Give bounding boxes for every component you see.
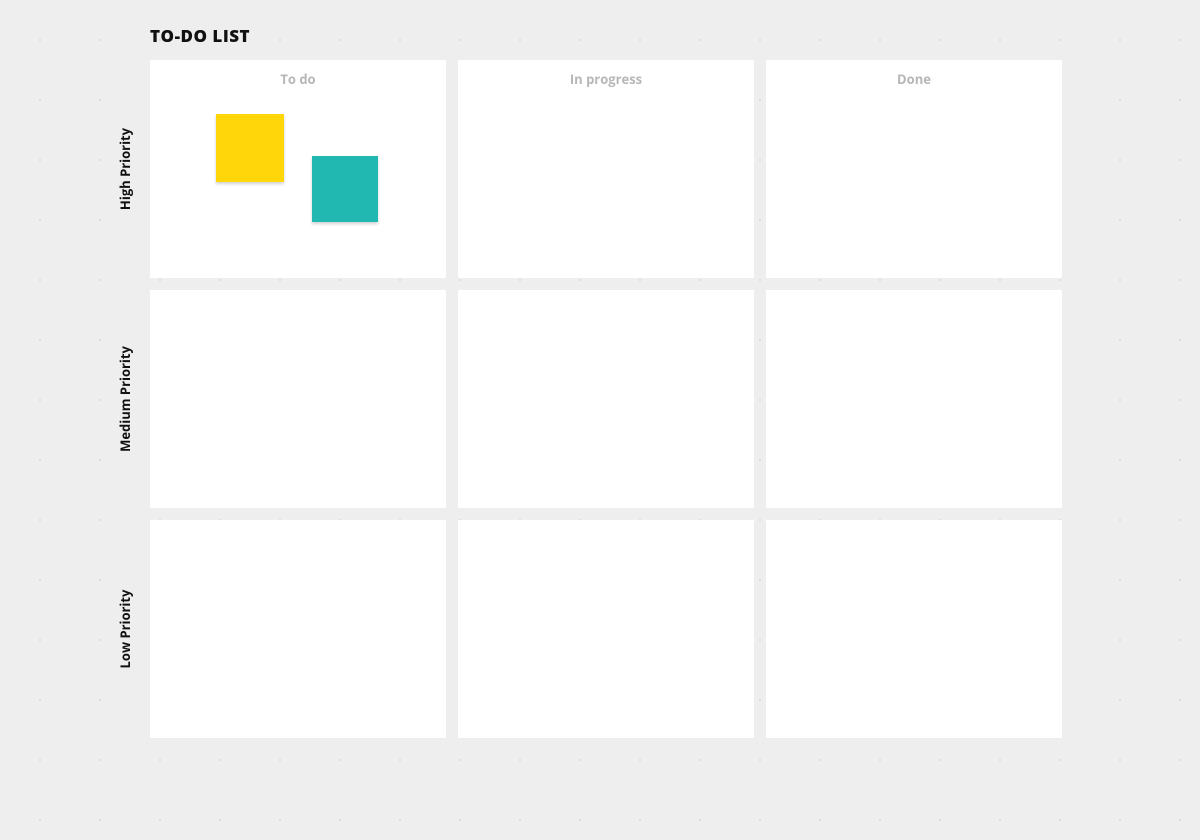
cell-low-todo[interactable] (150, 520, 446, 738)
column-header-todo: To do (150, 60, 446, 88)
column-header-inprogress: In progress (458, 60, 754, 88)
cell-high-inprogress[interactable]: In progress (458, 60, 754, 278)
sticky-note-yellow[interactable] (216, 114, 284, 182)
column-header-done: Done (766, 60, 1062, 88)
cell-low-done[interactable] (766, 520, 1062, 738)
cell-low-inprogress[interactable] (458, 520, 754, 738)
cell-medium-todo[interactable] (150, 290, 446, 508)
cell-medium-done[interactable] (766, 290, 1062, 508)
cell-high-done[interactable]: Done (766, 60, 1062, 278)
sticky-note-teal[interactable] (312, 156, 378, 222)
row-label-low-priority: Low Priority (116, 559, 134, 699)
row-label-medium-priority: Medium Priority (116, 329, 134, 469)
cell-high-todo[interactable]: To do (150, 60, 446, 278)
kanban-grid: To do In progress Done (150, 60, 1062, 738)
cell-medium-inprogress[interactable] (458, 290, 754, 508)
board-title: TO-DO LIST (150, 24, 250, 47)
row-label-high-priority: High Priority (116, 99, 134, 239)
